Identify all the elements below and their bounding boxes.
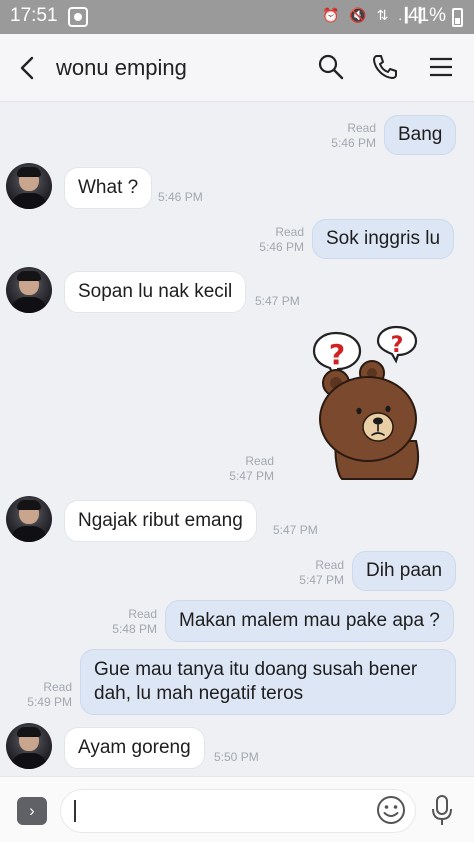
read-receipt: Read: [275, 225, 304, 239]
message-time: 5:46 PM: [331, 136, 376, 150]
notification-icon: [68, 7, 88, 27]
message-bubble-out[interactable]: Gue mau tanya itu doang susah bener dah,…: [80, 649, 456, 715]
svg-text:?: ?: [391, 333, 404, 358]
message-bubble-in[interactable]: Ngajak ribut emang: [64, 500, 257, 542]
search-icon[interactable]: [316, 52, 346, 82]
avatar[interactable]: [6, 267, 52, 313]
avatar[interactable]: [6, 163, 52, 209]
message-meta: Read 5:49 PM: [14, 680, 72, 710]
message-composer: ›: [0, 776, 474, 842]
avatar[interactable]: [6, 723, 52, 769]
read-receipt: Read: [315, 558, 344, 572]
phone-icon[interactable]: [370, 52, 400, 82]
message-bubble-out[interactable]: Sok inggris lu: [312, 219, 455, 259]
message-meta: Read 5:46 PM: [318, 121, 376, 151]
chevron-right-icon[interactable]: ›: [17, 797, 47, 825]
menu-icon[interactable]: [426, 52, 456, 82]
brown-bear-sticker[interactable]: ? ?: [306, 323, 428, 481]
back-icon[interactable]: [14, 52, 42, 84]
message-time: 5:47 PM: [229, 469, 274, 483]
message-meta: Read 5:47 PM: [216, 454, 274, 484]
message-time: 5:50 PM: [214, 750, 259, 764]
message-meta: Read 5:46 PM: [246, 225, 304, 255]
message-time: 5:47 PM: [299, 573, 344, 587]
microphone-icon[interactable]: [428, 793, 456, 827]
message-input[interactable]: [60, 789, 416, 833]
message-time: 5:48 PM: [112, 622, 157, 636]
battery-percent: 41%: [408, 5, 447, 26]
message-time: 5:47 PM: [255, 294, 300, 308]
status-time: 17:51: [10, 5, 58, 26]
message-bubble-out[interactable]: Bang: [384, 115, 457, 155]
read-receipt: Read: [128, 607, 157, 621]
avatar[interactable]: [6, 496, 52, 542]
message-time: 5:49 PM: [27, 695, 72, 709]
message-bubble-out[interactable]: Dih paan: [352, 551, 457, 591]
svg-text:?: ?: [329, 338, 345, 371]
message-bubble-in[interactable]: Sopan lu nak kecil: [64, 271, 247, 313]
message-meta: Read 5:48 PM: [99, 607, 157, 637]
chat-title[interactable]: wonu emping: [56, 55, 187, 81]
emoji-icon[interactable]: [375, 794, 407, 826]
message-bubble-in[interactable]: What ?: [64, 167, 153, 209]
message-time: 5:46 PM: [158, 190, 203, 204]
message-meta: Read 5:47 PM: [286, 558, 344, 588]
message-time: 5:47 PM: [273, 523, 318, 537]
read-receipt: Read: [245, 454, 274, 468]
read-receipt: Read: [43, 680, 72, 694]
message-bubble-out[interactable]: Makan malem mau pake apa ?: [165, 600, 454, 642]
message-list[interactable]: Read 5:46 PM Bang What ? 5:46 PM Read 5:…: [0, 103, 474, 775]
read-receipt: Read: [347, 121, 376, 135]
battery-icon: [452, 8, 463, 27]
text-caret: [74, 800, 76, 822]
chat-header: wonu emping: [0, 34, 474, 102]
message-bubble-in[interactable]: Ayam goreng: [64, 727, 205, 769]
status-bar: 17:51 ⏰ 🔇 ⇅ .▎▎ 41%: [0, 0, 474, 34]
message-time: 5:46 PM: [259, 240, 304, 254]
